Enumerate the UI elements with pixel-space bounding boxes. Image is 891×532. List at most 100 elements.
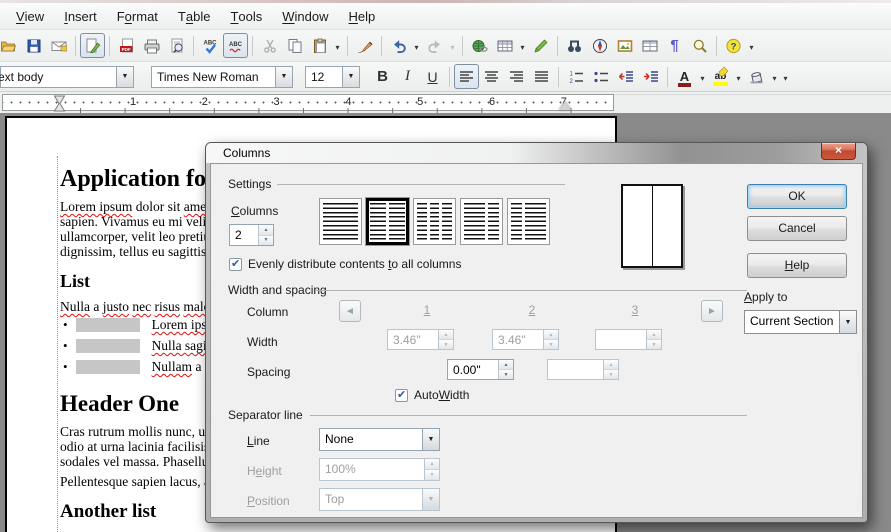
underline-icon[interactable]: U [420,64,445,89]
size-dropdown-icon[interactable]: ▼ [342,67,359,87]
font-color-icon[interactable]: A [672,64,697,89]
undo-icon[interactable] [386,33,411,58]
autowidth-checkbox[interactable]: AutoWidth [395,388,469,402]
data-sources-icon[interactable] [637,33,662,58]
style-dropdown-icon[interactable]: ▼ [116,67,133,87]
find-replace-icon[interactable] [562,33,587,58]
spin-up-icon[interactable]: ▲ [499,360,513,370]
doc-paragraph-line: Lorem ipsum dolor sit amet, c [60,199,223,215]
clone-formatting-icon[interactable] [352,33,377,58]
help-button[interactable]: Help [747,253,847,278]
menu-window[interactable]: Window [272,3,338,29]
apply-to-dropdown[interactable]: Current Section ▼ [744,310,857,334]
spin-down-icon[interactable]: ▼ [259,236,273,246]
svg-text:1: 1 [569,71,573,77]
font-color-dropdown-icon[interactable]: ▾ [697,64,708,89]
align-right-icon[interactable] [504,64,529,89]
preset-right-wide[interactable] [507,198,550,245]
checkbox-check-icon[interactable] [229,258,242,271]
align-left-icon[interactable] [454,64,479,89]
numbered-list-icon[interactable]: 12 [563,64,588,89]
increase-indent-icon[interactable] [638,64,663,89]
hyperlink-icon[interactable] [467,33,492,58]
italic-icon[interactable]: I [395,64,420,89]
highlight-color-icon[interactable]: ab [708,64,733,89]
font-size-combo[interactable]: 12 ▼ [305,66,360,88]
evenly-distribute-checkbox[interactable]: Evenly distribute contents to all column… [229,257,461,271]
draw-functions-icon[interactable] [528,33,553,58]
menu-format[interactable]: Format [107,3,168,29]
spacing-field-1[interactable]: 0.00" ▲▼ [447,359,514,380]
dropdown-arrow-icon[interactable]: ▼ [422,429,439,450]
paragraph-style-combo[interactable]: Text body ▼ [0,66,134,88]
menu-tools[interactable]: Tools [220,3,272,29]
menu-table[interactable]: Table [168,3,221,29]
toolbar-overflow-icon[interactable]: ▾ [746,33,757,58]
page-preview-icon[interactable] [164,33,189,58]
table-icon[interactable] [492,33,517,58]
ok-button[interactable]: OK [747,184,847,209]
preset-one-column[interactable] [319,198,362,245]
auto-spellcheck-icon[interactable]: ABC [223,33,248,58]
edit-file-icon[interactable] [80,33,105,58]
line-style-label: Line [247,434,270,448]
columns-dialog: Columns × Settings Columns 2 ▲▼ Evenly d… [205,142,868,523]
bullet-list-icon[interactable] [588,64,613,89]
line-style-dropdown[interactable]: None ▼ [319,428,440,451]
preset-three-columns[interactable] [413,198,456,245]
font-name-combo[interactable]: Times New Roman ▼ [151,66,293,88]
gallery-icon[interactable] [612,33,637,58]
align-center-icon[interactable] [479,64,504,89]
undo-dropdown-icon[interactable]: ▾ [411,33,422,58]
export-pdf-icon[interactable]: PDF [114,33,139,58]
menu-view[interactable]: View [6,3,54,29]
formatting-marks-icon[interactable]: ¶ [662,33,687,58]
highlight-dropdown-icon[interactable]: ▾ [733,64,744,89]
font-dropdown-icon[interactable]: ▼ [275,67,292,87]
dialog-titlebar[interactable]: Columns × [206,143,867,163]
background-color-dropdown-icon[interactable]: ▾ [769,64,780,89]
navigator-icon[interactable] [587,33,612,58]
previous-column-icon[interactable]: ◄ [339,300,361,322]
cut-icon [257,33,282,58]
dropdown-arrow-icon[interactable]: ▼ [839,311,856,333]
menu-insert[interactable]: Insert [54,3,107,29]
paste-dropdown-icon[interactable]: ▾ [332,33,343,58]
line-position-label: Position [247,494,290,508]
save-icon[interactable] [21,33,46,58]
preset-left-wide[interactable] [460,198,503,245]
toolbar-overflow-icon[interactable]: ▾ [780,64,791,89]
open-icon[interactable] [0,33,21,58]
separator-line-group-label: Separator line [228,408,303,422]
paste-icon[interactable] [307,33,332,58]
columns-count-spinner[interactable]: 2 ▲▼ [229,224,274,246]
spin-up-icon[interactable]: ▲ [259,225,273,236]
settings-group-line [277,184,565,185]
spin-down-icon[interactable]: ▼ [499,370,513,379]
email-icon[interactable] [46,33,71,58]
help-icon[interactable]: ? [721,33,746,58]
print-icon[interactable] [139,33,164,58]
decrease-indent-icon[interactable] [613,64,638,89]
bold-icon[interactable]: B [370,64,395,89]
indent-marker-icon[interactable] [53,95,66,112]
right-indent-marker-icon[interactable] [559,101,571,110]
field-shading-box [76,318,140,332]
svg-text:ABC: ABC [229,42,243,48]
checkbox-check-icon[interactable] [395,389,408,402]
width-spacing-group-label: Width and spacing [228,283,327,297]
cancel-button[interactable]: Cancel [747,216,847,241]
table-dropdown-icon[interactable]: ▾ [517,33,528,58]
bullet-glyph: • [63,338,68,354]
justify-icon[interactable] [529,64,554,89]
preset-two-columns[interactable] [366,198,409,245]
zoom-icon[interactable] [687,33,712,58]
background-color-icon[interactable] [744,64,769,89]
copy-icon[interactable] [282,33,307,58]
next-column-icon[interactable]: ► [701,300,723,322]
close-icon[interactable]: × [821,143,856,160]
field-shading-box [76,360,140,374]
spin-up-icon: ▲ [439,330,453,340]
spellcheck-icon[interactable]: ABC [198,33,223,58]
menu-help[interactable]: Help [339,3,386,29]
